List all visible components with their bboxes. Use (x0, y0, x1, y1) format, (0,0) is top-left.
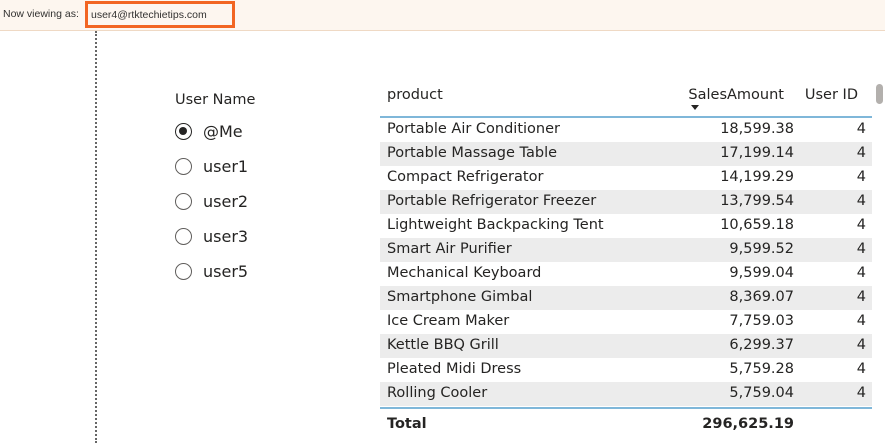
product-cell: Compact Refrigerator (387, 169, 544, 185)
user-id-cell: 4 (856, 385, 866, 401)
slicer-option-label: @Me (203, 122, 243, 141)
user-id-cell: 4 (856, 337, 866, 353)
sales-amount-cell: 9,599.04 (729, 265, 794, 281)
user-id-cell: 4 (856, 289, 866, 305)
table-row[interactable]: Portable Refrigerator Freezer 13,799.54 4 (380, 190, 872, 214)
slicer-option-label: user1 (203, 157, 249, 176)
slicer-option[interactable]: user2 (175, 184, 255, 219)
product-cell: Portable Massage Table (387, 145, 558, 161)
table-row[interactable]: Pleated Midi Dress 5,759.28 4 (380, 358, 872, 382)
table-row[interactable]: Smartphone Gimbal 8,369.07 4 (380, 286, 872, 310)
sales-amount-cell: 5,759.04 (729, 385, 794, 401)
table-total-row: Total 296,625.19 (380, 407, 872, 439)
table-row[interactable]: Portable Massage Table 17,199.14 4 (380, 142, 872, 166)
product-cell: Smart Air Purifier (387, 241, 512, 257)
sales-amount-cell: 13,799.54 (720, 193, 794, 209)
user-id-cell: 4 (856, 265, 866, 281)
sales-amount-cell: 17,199.14 (720, 145, 794, 161)
table-row[interactable]: Compact Refrigerator 14,199.29 4 (380, 166, 872, 190)
product-cell: Lightweight Backpacking Tent (387, 217, 604, 233)
user-id-cell: 4 (856, 169, 866, 185)
viewing-user-email: user4@rtktechietips.com (91, 9, 207, 21)
user-id-cell: 4 (856, 241, 866, 257)
table-row[interactable]: Rolling Cooler 5,759.04 4 (380, 382, 872, 406)
user-id-cell: 4 (856, 145, 866, 161)
table-row[interactable]: Smart Air Purifier 9,599.52 4 (380, 238, 872, 262)
slicer-title: User Name (175, 92, 256, 108)
user-id-cell: 4 (856, 361, 866, 377)
user-id-cell: 4 (856, 193, 866, 209)
product-cell: Pleated Midi Dress (387, 361, 522, 377)
table-row[interactable]: Ice Cream Maker 7,759.03 4 (380, 310, 872, 334)
radio-unchecked-icon[interactable] (175, 263, 192, 280)
sales-amount-cell: 10,659.18 (720, 217, 794, 233)
view-as-banner: Now viewing as: user4@rtktechietips.com (0, 0, 885, 31)
sales-amount-cell: 8,369.07 (729, 289, 794, 305)
total-sales-amount: 296,625.19 (702, 416, 794, 432)
product-cell: Kettle BBQ Grill (387, 337, 499, 353)
slicer-option-label: user3 (203, 227, 249, 246)
sales-amount-cell: 6,299.37 (729, 337, 794, 353)
viewing-user-highlight: user4@rtktechietips.com (85, 1, 235, 28)
product-cell: Smartphone Gimbal (387, 289, 533, 305)
sales-amount-cell: 7,759.03 (729, 313, 794, 329)
product-cell: Portable Refrigerator Freezer (387, 193, 597, 209)
radio-unchecked-icon[interactable] (175, 193, 192, 210)
table-header: product SalesAmount User ID (380, 82, 872, 118)
table-scrollbar[interactable] (876, 84, 883, 104)
slicer-option[interactable]: user1 (175, 149, 255, 184)
sales-amount-cell: 14,199.29 (720, 169, 794, 185)
sales-amount-cell: 18,599.38 (720, 121, 794, 137)
product-cell: Mechanical Keyboard (387, 265, 542, 281)
radio-unchecked-icon[interactable] (175, 158, 192, 175)
user-name-slicer: User Name @Me user1 user2 user3 user5 (175, 92, 255, 289)
slicer-option[interactable]: user5 (175, 254, 255, 289)
viewing-as-label: Now viewing as: (3, 8, 79, 20)
sales-amount-cell: 9,599.52 (729, 241, 794, 257)
table-row[interactable]: Mechanical Keyboard 9,599.04 4 (380, 262, 872, 286)
table-row[interactable]: Kettle BBQ Grill 6,299.37 4 (380, 334, 872, 358)
table-body: Portable Air Conditioner 18,599.38 4 Portab… (380, 118, 872, 406)
column-header-sales-amount[interactable]: SalesAmount (688, 87, 784, 103)
slicer-option[interactable]: user3 (175, 219, 255, 254)
sales-table: product SalesAmount User ID Portable Air… (380, 82, 872, 406)
page-divider (95, 31, 97, 443)
table-row[interactable]: Lightweight Backpacking Tent 10,659.18 4 (380, 214, 872, 238)
slicer-option-label: user5 (203, 262, 249, 281)
slicer-option-label: user2 (203, 192, 249, 211)
column-header-user-id[interactable]: User ID (805, 87, 858, 103)
table-row[interactable]: Portable Air Conditioner 18,599.38 4 (380, 118, 872, 142)
slicer-option[interactable]: @Me (175, 114, 255, 149)
sales-amount-cell: 5,759.28 (729, 361, 794, 377)
user-id-cell: 4 (856, 313, 866, 329)
user-id-cell: 4 (856, 217, 866, 233)
radio-checked-icon[interactable] (175, 123, 192, 140)
product-cell: Ice Cream Maker (387, 313, 510, 329)
sort-descending-icon (691, 105, 699, 110)
slicer-options: @Me user1 user2 user3 user5 (175, 114, 255, 289)
total-label: Total (387, 416, 427, 432)
user-id-cell: 4 (856, 121, 866, 137)
product-cell: Portable Air Conditioner (387, 121, 560, 137)
radio-unchecked-icon[interactable] (175, 228, 192, 245)
product-cell: Rolling Cooler (387, 385, 488, 401)
column-header-product[interactable]: product (387, 87, 443, 103)
